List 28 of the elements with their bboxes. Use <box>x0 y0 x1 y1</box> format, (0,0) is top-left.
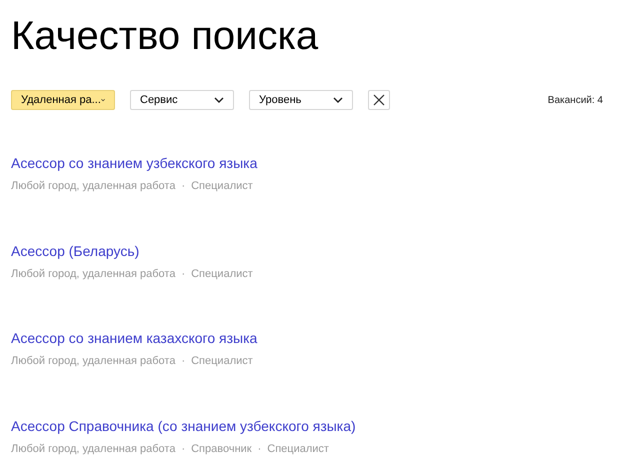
separator: · <box>181 442 186 456</box>
separator: · <box>181 354 186 369</box>
page-title: Качество поиска <box>11 13 320 60</box>
separator: · <box>181 266 186 282</box>
chevron-icon <box>333 97 343 103</box>
chevron-icon <box>100 97 105 103</box>
vacancy-link[interactable]: Асессор со знанием казахского языка <box>11 329 613 347</box>
vacancy-meta: Специалист <box>191 354 253 369</box>
vacancy-meta: Любой город, удаленная работа <box>11 354 176 369</box>
vacancy-link[interactable]: Асессор Справочника (со знанием узбекского языка) <box>11 416 613 434</box>
vacancy-count: Вакансий: 4 <box>548 94 603 108</box>
vacancy-meta: Любой город, удаленная работа <box>11 266 176 282</box>
separator: · <box>181 179 186 194</box>
close-icon <box>373 94 385 106</box>
vacancy-meta: Специалист <box>191 266 253 282</box>
vacancy-meta: Справочник <box>191 442 252 456</box>
vacancy-link[interactable]: Асессор со знанием узбекского языка <box>11 154 613 172</box>
filter-dropdown[interactable]: Сервис <box>130 90 234 110</box>
vacancy-meta: Любой город, удаленная работа <box>11 442 176 456</box>
chevron-icon <box>214 97 224 103</box>
vacancy-meta: Любой город, удаленная работа <box>11 179 176 194</box>
vacancy-link[interactable]: Асессор (Беларусь) <box>11 242 613 260</box>
vacancy-meta: Специалист <box>267 442 329 456</box>
separator: · <box>258 442 262 456</box>
filter-dropdown[interactable]: Уровень <box>249 90 353 110</box>
clear-button[interactable] <box>368 90 390 110</box>
vacancy-meta: Специалист <box>191 179 253 194</box>
filter-dropdown[interactable]: Удаленная ра... <box>11 90 115 110</box>
